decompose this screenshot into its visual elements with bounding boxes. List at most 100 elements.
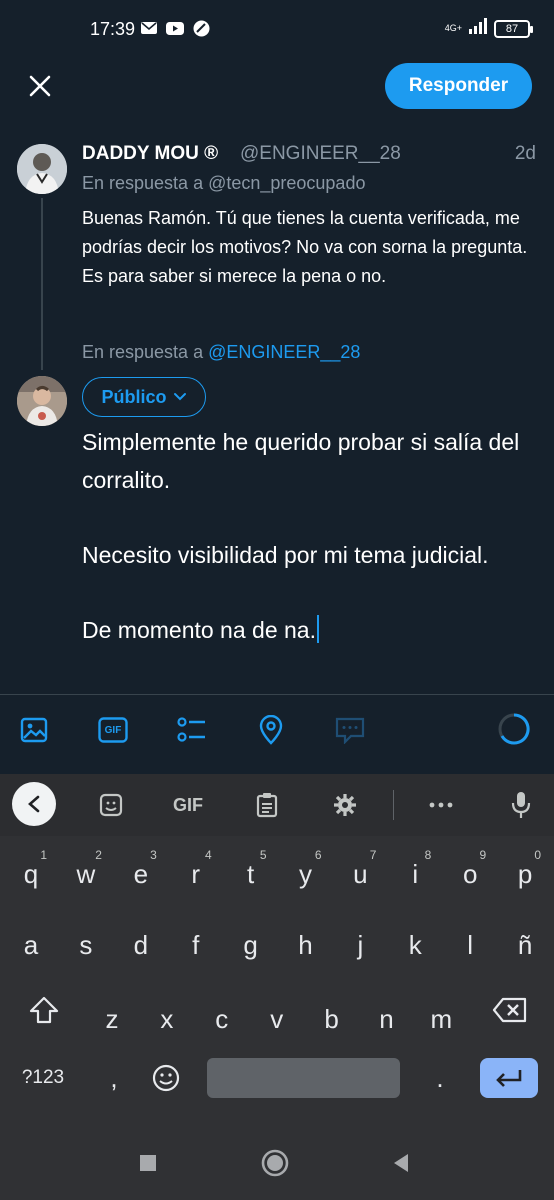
key-label: t [246, 858, 255, 889]
key-s[interactable]: s [60, 917, 112, 973]
key-m[interactable]: m [415, 991, 467, 1047]
key-ñ[interactable]: ñ [499, 917, 551, 973]
key-label: h [298, 929, 313, 960]
key-h[interactable]: h [280, 917, 332, 973]
signal-icon [468, 18, 488, 39]
key-label: g [243, 929, 258, 960]
system-icons: 4G+ 87 [444, 18, 533, 39]
keyboard-toolbar: GIF [0, 774, 554, 836]
key-j[interactable]: j [334, 917, 386, 973]
network-label: 4G+ [444, 23, 462, 33]
close-button[interactable] [22, 68, 58, 104]
symbols-key[interactable]: ?123 [10, 1050, 76, 1106]
emoji-key[interactable] [140, 1050, 192, 1106]
key-label: l [467, 929, 474, 960]
back-icon[interactable] [12, 782, 56, 826]
enter-key[interactable] [480, 1058, 538, 1098]
key-f[interactable]: f [170, 917, 222, 973]
key-hint: 1 [40, 848, 47, 862]
comma-key[interactable]: , [88, 1050, 140, 1106]
user-avatar[interactable] [17, 376, 67, 426]
key-label: j [357, 929, 364, 960]
avatar[interactable] [17, 144, 67, 194]
key-q[interactable]: q1 [5, 846, 57, 902]
compose-toolbar: GIF [0, 694, 554, 774]
location-icon[interactable] [256, 715, 286, 745]
key-z[interactable]: z [86, 991, 138, 1047]
key-v[interactable]: v [251, 991, 303, 1047]
battery-icon: 87 [494, 19, 533, 38]
more-icon[interactable] [428, 792, 454, 818]
key-label: e [133, 858, 149, 889]
text-cursor [316, 614, 319, 643]
backspace-key[interactable] [482, 982, 538, 1038]
key-c[interactable]: c [196, 991, 248, 1047]
key-d[interactable]: d [115, 917, 167, 973]
key-r[interactable]: r4 [170, 846, 222, 902]
key-hint: 0 [534, 848, 542, 862]
key-p[interactable]: p0 [499, 846, 551, 902]
keyboard-separator [393, 790, 394, 820]
key-e[interactable]: e3 [115, 846, 167, 902]
settings-icon[interactable] [332, 792, 358, 818]
gif-icon[interactable]: GIF [98, 715, 128, 745]
audience-selector[interactable]: Público [82, 377, 206, 417]
notification-icons [140, 20, 210, 36]
key-hint: 8 [424, 848, 432, 862]
key-b[interactable]: b [306, 991, 358, 1047]
tweet-time: 2d [514, 143, 536, 164]
key-label: p [517, 858, 533, 889]
tweet-replying-to: En respuesta a @tecn_preocupado [82, 173, 366, 193]
gif-label: GIF [104, 724, 122, 736]
tweet-body: Buenas Ramón. Tú que tienes la cuenta ve… [82, 208, 528, 286]
keyboard-gif-button[interactable]: GIF [170, 792, 206, 818]
enter-icon [496, 1070, 522, 1087]
clipboard-icon[interactable] [254, 792, 280, 818]
period-key[interactable]: . [414, 1050, 466, 1106]
home-icon[interactable] [260, 1148, 290, 1178]
poll-icon[interactable] [177, 715, 207, 745]
image-icon[interactable] [19, 715, 49, 745]
recents-icon[interactable] [133, 1148, 163, 1178]
key-u[interactable]: u7 [334, 846, 386, 902]
key-label: i [412, 858, 419, 889]
key-label: ñ [517, 929, 533, 960]
key-a[interactable]: a [5, 917, 57, 973]
key-g[interactable]: g [225, 917, 277, 973]
reply-mention-link[interactable]: @ENGINEER__28 [208, 342, 360, 362]
key-w[interactable]: w2 [60, 846, 112, 902]
key-l[interactable]: l [444, 917, 496, 973]
key-hint: 7 [369, 848, 377, 862]
key-label: s [79, 929, 93, 960]
mic-icon[interactable] [508, 792, 534, 818]
key-label: c [215, 1003, 229, 1034]
key-i[interactable]: i8 [389, 846, 441, 902]
key-x[interactable]: x [141, 991, 193, 1047]
key-label: n [379, 1003, 394, 1034]
mail-icon [140, 20, 158, 36]
audience-label: Público [101, 386, 167, 407]
key-label: k [408, 929, 422, 960]
reply-text: Simplemente he querido probar si salía d… [82, 429, 520, 643]
key-o[interactable]: o9 [444, 846, 496, 902]
space-key[interactable] [207, 1058, 400, 1098]
key-label: r [191, 858, 201, 889]
status-time: 17:39 [90, 19, 136, 39]
reply-text-input[interactable]: Simplemente he querido probar si salía d… [82, 424, 537, 649]
key-label: f [192, 929, 200, 960]
key-k[interactable]: k [389, 917, 441, 973]
reply-button[interactable]: Responder [385, 63, 532, 109]
shift-key[interactable] [16, 982, 72, 1038]
key-n[interactable]: n [361, 991, 413, 1047]
key-hint: 5 [259, 848, 267, 862]
close-icon [29, 75, 51, 97]
key-t[interactable]: t5 [225, 846, 277, 902]
key-label: a [23, 929, 39, 960]
back-nav-icon[interactable] [386, 1148, 416, 1178]
reply-context-prefix: En respuesta a [82, 342, 209, 362]
key-label: u [353, 858, 368, 889]
keyboard: GIF ?123 , . q1w2e3r4t5y6u7i 8 o 9 p 0 a… [0, 774, 554, 1200]
sticker-icon[interactable] [98, 792, 124, 818]
key-label: m [430, 1003, 453, 1034]
key-y[interactable]: y6 [280, 846, 332, 902]
